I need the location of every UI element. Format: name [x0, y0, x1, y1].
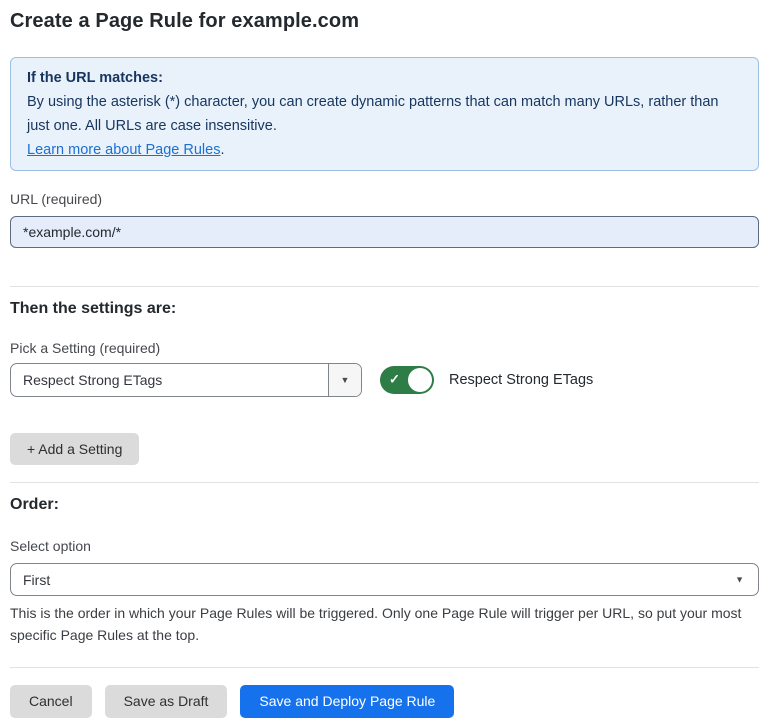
setting-toggle[interactable]: ✓: [380, 366, 434, 394]
divider-after-settings: [10, 482, 759, 483]
add-setting-button[interactable]: + Add a Setting: [10, 433, 139, 465]
link-period: .: [220, 142, 224, 158]
toggle-knob: [408, 368, 432, 392]
chevron-down-icon: ▼: [341, 376, 350, 385]
save-draft-button[interactable]: Save as Draft: [105, 685, 228, 718]
order-select-value: First: [23, 572, 50, 588]
chevron-down-icon: ▼: [735, 575, 744, 584]
footer-actions: Cancel Save as Draft Save and Deploy Pag…: [10, 685, 759, 718]
setting-select-value: Respect Strong ETags: [11, 364, 328, 396]
cancel-button[interactable]: Cancel: [10, 685, 92, 718]
order-select-label: Select option: [10, 538, 759, 555]
order-section-heading: Order:: [10, 495, 759, 514]
page-title: Create a Page Rule for example.com: [10, 8, 759, 34]
pick-setting-label: Pick a Setting (required): [10, 340, 759, 357]
info-box-body: By using the asterisk (*) character, you…: [27, 90, 742, 138]
check-icon: ✓: [389, 372, 400, 388]
setting-select[interactable]: Respect Strong ETags ▼: [10, 363, 362, 397]
setting-select-arrow-button[interactable]: ▼: [328, 364, 361, 396]
url-input[interactable]: [10, 216, 759, 248]
settings-section-heading: Then the settings are:: [10, 299, 759, 318]
order-help-text: This is the order in which your Page Rul…: [10, 602, 759, 646]
setting-row: Respect Strong ETags ▼ ✓ Respect Strong …: [10, 363, 759, 397]
save-deploy-button[interactable]: Save and Deploy Page Rule: [240, 685, 454, 718]
learn-more-link[interactable]: Learn more about Page Rules: [27, 142, 220, 158]
info-box-link-line: Learn more about Page Rules.: [27, 138, 742, 162]
create-page-rule-form: Create a Page Rule for example.com If th…: [0, 0, 769, 718]
divider-after-url: [10, 286, 759, 287]
order-select[interactable]: First ▼: [10, 563, 759, 596]
info-box-heading: If the URL matches:: [27, 66, 742, 90]
url-match-info-box: If the URL matches: By using the asteris…: [10, 57, 759, 171]
setting-toggle-label: Respect Strong ETags: [449, 372, 593, 388]
url-field-label: URL (required): [10, 191, 759, 208]
divider-before-footer: [10, 667, 759, 668]
